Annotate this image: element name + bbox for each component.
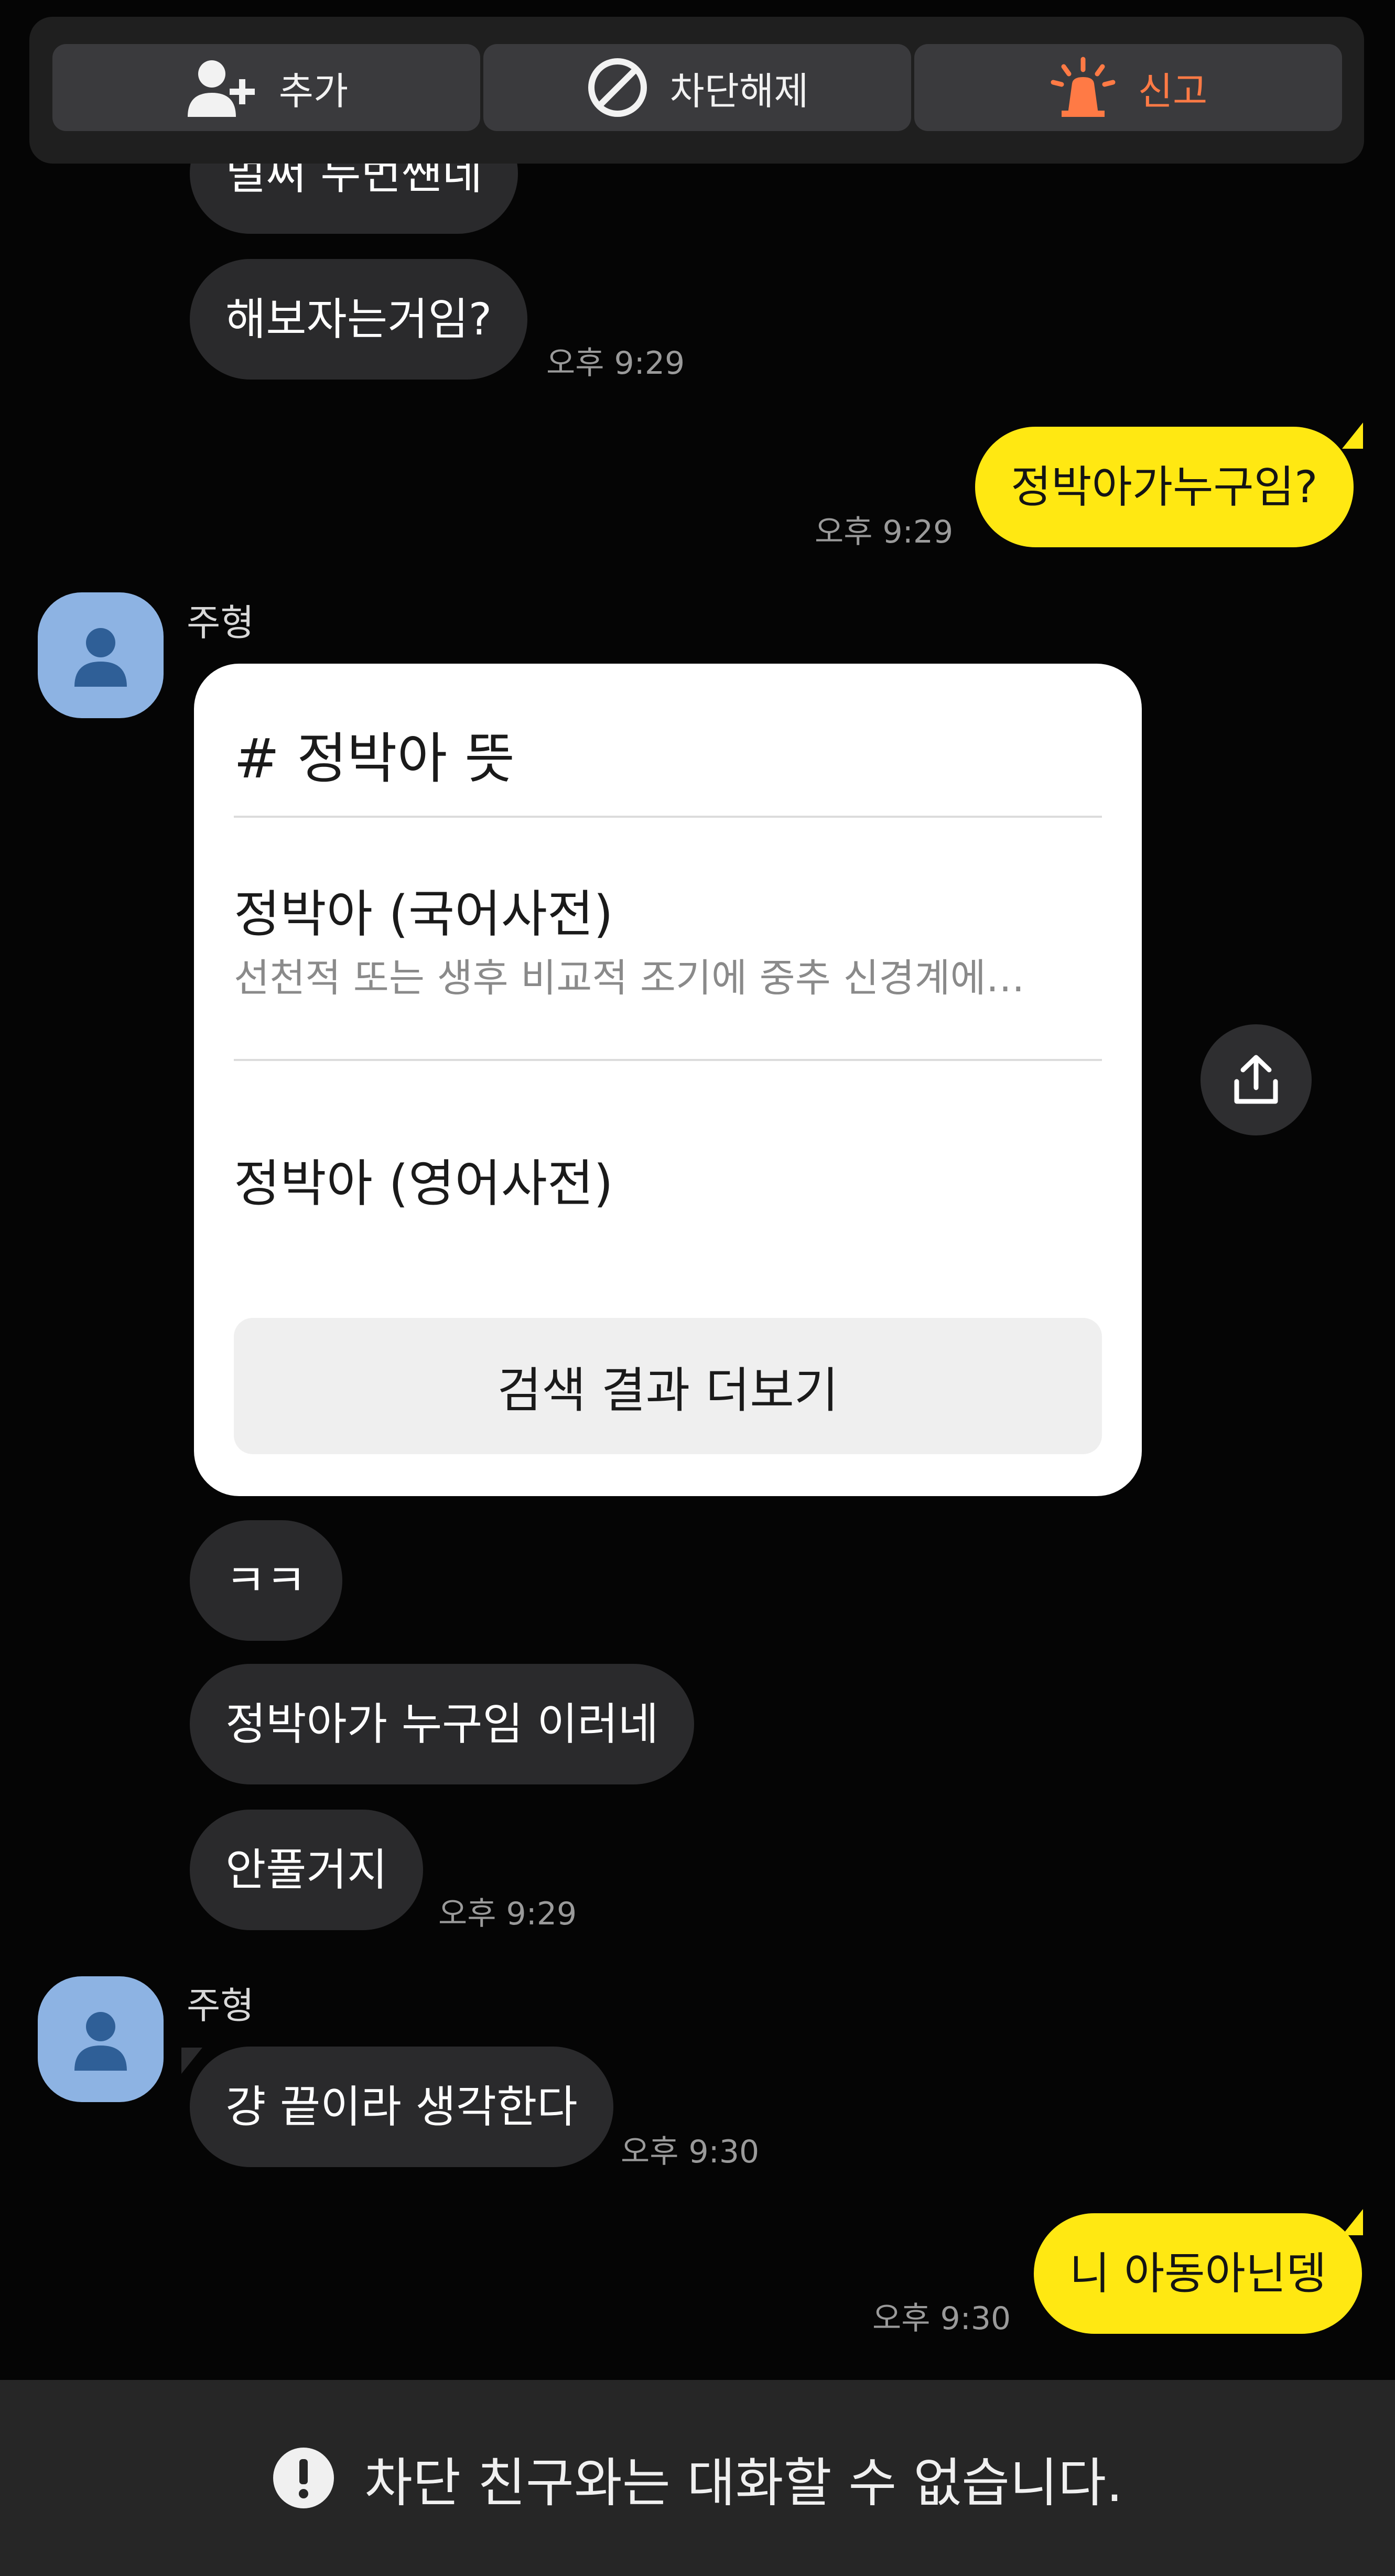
message-time: 오후 9:29: [546, 345, 685, 382]
message-bubble-outgoing[interactable]: 니 아동아닌뎅: [1034, 2213, 1362, 2334]
message-time: 오후 9:29: [815, 514, 954, 550]
message-text: 정박아가누구임?: [1011, 461, 1318, 513]
share-icon: [1234, 1055, 1278, 1104]
bubble-tail: [1342, 2209, 1363, 2235]
message-time: 오후 9:30: [872, 2300, 1011, 2337]
dictionary-card[interactable]: # 정박아 뜻 정박아 (국어사전) 선천적 또는 생후 비교적 조기에 중추 …: [194, 664, 1142, 1496]
block-icon: [588, 58, 647, 117]
sender-name: 주형: [187, 601, 254, 644]
message-text: 정박아가 누구임 이러네: [225, 1698, 659, 1750]
report-label: 신고: [1138, 69, 1208, 113]
avatar[interactable]: [38, 592, 164, 718]
message-bubble-outgoing[interactable]: 정박아가누구임?: [975, 427, 1354, 547]
message-bubble[interactable]: 걍 끝이라 생각한다: [190, 2047, 613, 2167]
divider: [234, 1059, 1102, 1061]
unblock-button[interactable]: 차단해제: [483, 44, 911, 131]
message-time: 오후 9:29: [438, 1896, 577, 1932]
action-bar: 추가 차단해제 신고: [29, 17, 1364, 164]
dictionary-entry-korean[interactable]: 정박아 (국어사전): [234, 873, 613, 946]
message-text: ㅋㅋ: [225, 1555, 307, 1606]
message-text: 걍 끝이라 생각한다: [225, 2081, 578, 2133]
message-bubble[interactable]: ㅋㅋ: [190, 1520, 342, 1641]
message-text: 안풀거지: [225, 1844, 388, 1896]
bubble-tail: [181, 2048, 202, 2074]
divider: [234, 816, 1102, 818]
report-button[interactable]: 신고: [914, 44, 1342, 131]
blocked-message: 차단 친구와는 대화할 수 없습니다.: [364, 2452, 1123, 2514]
more-results-button[interactable]: 검색 결과 더보기: [234, 1318, 1102, 1454]
sender-name: 주형: [187, 1984, 254, 2027]
exclamation-icon: [273, 2448, 334, 2508]
person-icon: [74, 628, 127, 687]
message-time: 오후 9:30: [621, 2134, 760, 2170]
siren-icon: [1051, 57, 1116, 117]
unblock-label: 차단해제: [669, 69, 809, 113]
add-friend-button[interactable]: 추가: [52, 44, 480, 131]
message-bubble[interactable]: 해보자는거임?: [190, 259, 528, 380]
add-label: 추가: [278, 69, 349, 113]
message-bubble[interactable]: 정박아가 누구임 이러네: [190, 1664, 695, 1784]
message-text: 해보자는거임?: [225, 294, 492, 345]
dictionary-entry-desc: 선천적 또는 생후 비교적 조기에 중추 신경계에…: [234, 956, 1025, 1001]
message-bubble[interactable]: 안풀거지: [190, 1810, 424, 1930]
avatar[interactable]: [38, 1976, 164, 2102]
message-text: 니 아동아닌뎅: [1069, 2248, 1327, 2299]
person-icon: [74, 2012, 127, 2071]
card-title: # 정박아 뜻: [234, 727, 515, 791]
dictionary-entry-english[interactable]: 정박아 (영어사전): [234, 1143, 613, 1216]
add-user-icon: [187, 60, 255, 117]
blocked-notice-bar: 차단 친구와는 대화할 수 없습니다.: [0, 2380, 1395, 2576]
bubble-tail: [1342, 423, 1363, 449]
share-button[interactable]: [1201, 1024, 1312, 1135]
